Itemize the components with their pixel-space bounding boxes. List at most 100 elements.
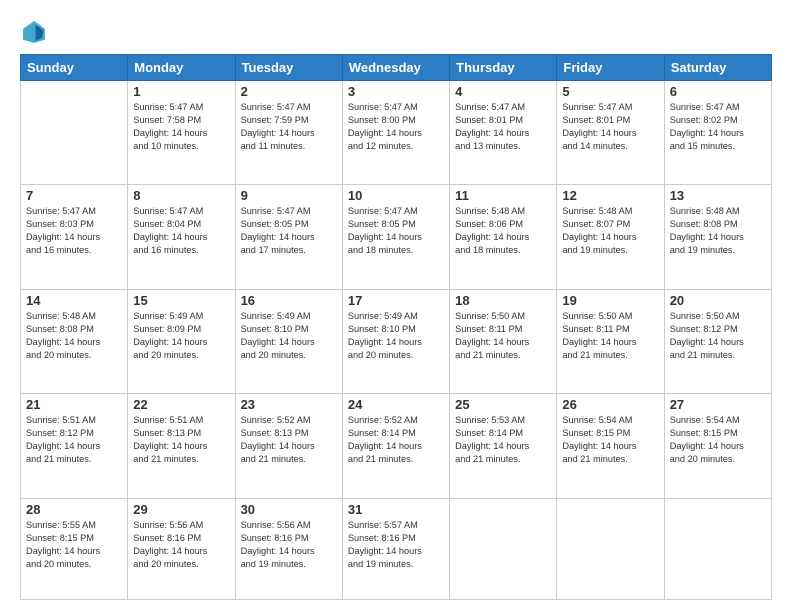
- calendar-cell: 30Sunrise: 5:56 AM Sunset: 8:16 PM Dayli…: [235, 498, 342, 599]
- cell-content: Sunrise: 5:47 AM Sunset: 7:59 PM Dayligh…: [241, 101, 337, 153]
- calendar-cell: 19 Sunrise: 5:50 AM Sunset: 8:11 PM Dayli…: [557, 289, 664, 393]
- day-number: 11: [455, 188, 551, 203]
- calendar-cell: 16 Sunrise: 5:49 AM Sunset: 8:10 PM Dayli…: [235, 289, 342, 393]
- calendar-cell: 7 Sunrise: 5:47 AM Sunset: 8:03 PM Daylig…: [21, 185, 128, 289]
- day-number: 25: [455, 397, 551, 412]
- cell-content: Sunrise: 5:49 AM Sunset: 8:09 PM Dayligh…: [133, 310, 229, 362]
- calendar-cell: 15Sunrise: 5:49 AM Sunset: 8:09 PM Dayli…: [128, 289, 235, 393]
- day-number: 3: [348, 84, 444, 99]
- day-number: 7: [26, 188, 122, 203]
- cell-content: Sunrise: 5:54 AM Sunset: 8:15 PM Dayligh…: [562, 414, 658, 466]
- day-number: 12: [562, 188, 658, 203]
- calendar-week-row: 14 Sunrise: 5:48 AM Sunset: 8:08 PM Dayli…: [21, 289, 772, 393]
- day-number: 20: [670, 293, 766, 308]
- calendar-cell: 18 Sunrise: 5:50 AM Sunset: 8:11 PM Dayli…: [450, 289, 557, 393]
- calendar-cell: 22 Sunrise: 5:51 AM Sunset: 8:13 PM Dayli…: [128, 394, 235, 498]
- cell-content: Sunrise: 5:49 AM Sunset: 8:10 PM Dayligh…: [348, 310, 444, 362]
- calendar-week-row: 7 Sunrise: 5:47 AM Sunset: 8:03 PM Daylig…: [21, 185, 772, 289]
- cell-content: Sunrise: 5:52 AM Sunset: 8:13 PM Dayligh…: [241, 414, 337, 466]
- day-number: 1: [133, 84, 229, 99]
- calendar-cell: [664, 498, 771, 599]
- day-number: 9: [241, 188, 337, 203]
- logo-icon: [20, 18, 48, 46]
- cell-content: Sunrise: 5:48 AM Sunset: 8:08 PM Dayligh…: [26, 310, 122, 362]
- calendar-cell: 21 Sunrise: 5:51 AM Sunset: 8:12 PM Dayli…: [21, 394, 128, 498]
- day-number: 28: [26, 502, 122, 517]
- calendar-cell: 20 Sunrise: 5:50 AM Sunset: 8:12 PM Dayli…: [664, 289, 771, 393]
- header: [20, 18, 772, 46]
- calendar-week-row: 28 Sunrise: 5:55 AM Sunset: 8:15 PM Dayli…: [21, 498, 772, 599]
- cell-content: Sunrise: 5:54 AM Sunset: 8:15 PM Dayligh…: [670, 414, 766, 466]
- calendar-cell: 17 Sunrise: 5:49 AM Sunset: 8:10 PM Dayli…: [342, 289, 449, 393]
- cell-content: Sunrise: 5:57 AM Sunset: 8:16 PM Dayligh…: [348, 519, 444, 571]
- day-number: 4: [455, 84, 551, 99]
- day-number: 29: [133, 502, 229, 517]
- cell-content: Sunrise: 5:47 AM Sunset: 8:05 PM Dayligh…: [348, 205, 444, 257]
- cell-content: Sunrise: 5:56 AM Sunset: 8:16 PM Dayligh…: [133, 519, 229, 571]
- cell-content: Sunrise: 5:49 AM Sunset: 8:10 PM Dayligh…: [241, 310, 337, 362]
- calendar-header-tuesday: Tuesday: [235, 55, 342, 81]
- calendar-cell: 4 Sunrise: 5:47 AM Sunset: 8:01 PM Daylig…: [450, 81, 557, 185]
- cell-content: Sunrise: 5:48 AM Sunset: 8:07 PM Dayligh…: [562, 205, 658, 257]
- day-number: 31: [348, 502, 444, 517]
- day-number: 2: [241, 84, 337, 99]
- calendar-cell: 11 Sunrise: 5:48 AM Sunset: 8:06 PM Dayli…: [450, 185, 557, 289]
- calendar-cell: 28 Sunrise: 5:55 AM Sunset: 8:15 PM Dayli…: [21, 498, 128, 599]
- calendar-cell: 31 Sunrise: 5:57 AM Sunset: 8:16 PM Dayli…: [342, 498, 449, 599]
- cell-content: Sunrise: 5:50 AM Sunset: 8:11 PM Dayligh…: [455, 310, 551, 362]
- cell-content: Sunrise: 5:48 AM Sunset: 8:08 PM Dayligh…: [670, 205, 766, 257]
- cell-content: Sunrise: 5:47 AM Sunset: 8:01 PM Dayligh…: [562, 101, 658, 153]
- day-number: 21: [26, 397, 122, 412]
- day-number: 23: [241, 397, 337, 412]
- day-number: 17: [348, 293, 444, 308]
- day-number: 22: [133, 397, 229, 412]
- day-number: 24: [348, 397, 444, 412]
- day-number: 19: [562, 293, 658, 308]
- cell-content: Sunrise: 5:47 AM Sunset: 8:05 PM Dayligh…: [241, 205, 337, 257]
- cell-content: Sunrise: 5:47 AM Sunset: 8:03 PM Dayligh…: [26, 205, 122, 257]
- calendar-header-wednesday: Wednesday: [342, 55, 449, 81]
- calendar-header-thursday: Thursday: [450, 55, 557, 81]
- cell-content: Sunrise: 5:47 AM Sunset: 7:58 PM Dayligh…: [133, 101, 229, 153]
- calendar-cell: 10 Sunrise: 5:47 AM Sunset: 8:05 PM Dayli…: [342, 185, 449, 289]
- calendar-cell: 6Sunrise: 5:47 AM Sunset: 8:02 PM Daylig…: [664, 81, 771, 185]
- calendar-header-saturday: Saturday: [664, 55, 771, 81]
- day-number: 18: [455, 293, 551, 308]
- calendar-cell: 14 Sunrise: 5:48 AM Sunset: 8:08 PM Dayli…: [21, 289, 128, 393]
- calendar-cell: 13 Sunrise: 5:48 AM Sunset: 8:08 PM Dayli…: [664, 185, 771, 289]
- calendar-cell: 12 Sunrise: 5:48 AM Sunset: 8:07 PM Dayli…: [557, 185, 664, 289]
- calendar-cell: [557, 498, 664, 599]
- calendar-cell: [21, 81, 128, 185]
- calendar-cell: 8 Sunrise: 5:47 AM Sunset: 8:04 PM Daylig…: [128, 185, 235, 289]
- cell-content: Sunrise: 5:56 AM Sunset: 8:16 PM Dayligh…: [241, 519, 337, 571]
- calendar-cell: 29 Sunrise: 5:56 AM Sunset: 8:16 PM Dayli…: [128, 498, 235, 599]
- day-number: 5: [562, 84, 658, 99]
- cell-content: Sunrise: 5:50 AM Sunset: 8:12 PM Dayligh…: [670, 310, 766, 362]
- calendar-cell: 26 Sunrise: 5:54 AM Sunset: 8:15 PM Dayli…: [557, 394, 664, 498]
- cell-content: Sunrise: 5:55 AM Sunset: 8:15 PM Dayligh…: [26, 519, 122, 571]
- cell-content: Sunrise: 5:51 AM Sunset: 8:12 PM Dayligh…: [26, 414, 122, 466]
- cell-content: Sunrise: 5:47 AM Sunset: 8:00 PM Dayligh…: [348, 101, 444, 153]
- calendar-cell: 24Sunrise: 5:52 AM Sunset: 8:14 PM Dayli…: [342, 394, 449, 498]
- cell-content: Sunrise: 5:48 AM Sunset: 8:06 PM Dayligh…: [455, 205, 551, 257]
- day-number: 14: [26, 293, 122, 308]
- day-number: 26: [562, 397, 658, 412]
- calendar-cell: [450, 498, 557, 599]
- calendar-cell: 9 Sunrise: 5:47 AM Sunset: 8:05 PM Daylig…: [235, 185, 342, 289]
- cell-content: Sunrise: 5:47 AM Sunset: 8:01 PM Dayligh…: [455, 101, 551, 153]
- page: SundayMondayTuesdayWednesdayThursdayFrid…: [0, 0, 792, 612]
- day-number: 10: [348, 188, 444, 203]
- cell-content: Sunrise: 5:47 AM Sunset: 8:04 PM Dayligh…: [133, 205, 229, 257]
- day-number: 13: [670, 188, 766, 203]
- day-number: 8: [133, 188, 229, 203]
- calendar-table: SundayMondayTuesdayWednesdayThursdayFrid…: [20, 54, 772, 600]
- cell-content: Sunrise: 5:50 AM Sunset: 8:11 PM Dayligh…: [562, 310, 658, 362]
- calendar-cell: 3 Sunrise: 5:47 AM Sunset: 8:00 PM Daylig…: [342, 81, 449, 185]
- calendar-header-friday: Friday: [557, 55, 664, 81]
- day-number: 16: [241, 293, 337, 308]
- calendar-cell: 2 Sunrise: 5:47 AM Sunset: 7:59 PM Daylig…: [235, 81, 342, 185]
- calendar-cell: 1 Sunrise: 5:47 AM Sunset: 7:58 PM Daylig…: [128, 81, 235, 185]
- cell-content: Sunrise: 5:51 AM Sunset: 8:13 PM Dayligh…: [133, 414, 229, 466]
- calendar-cell: 25Sunrise: 5:53 AM Sunset: 8:14 PM Dayli…: [450, 394, 557, 498]
- calendar-cell: 5 Sunrise: 5:47 AM Sunset: 8:01 PM Daylig…: [557, 81, 664, 185]
